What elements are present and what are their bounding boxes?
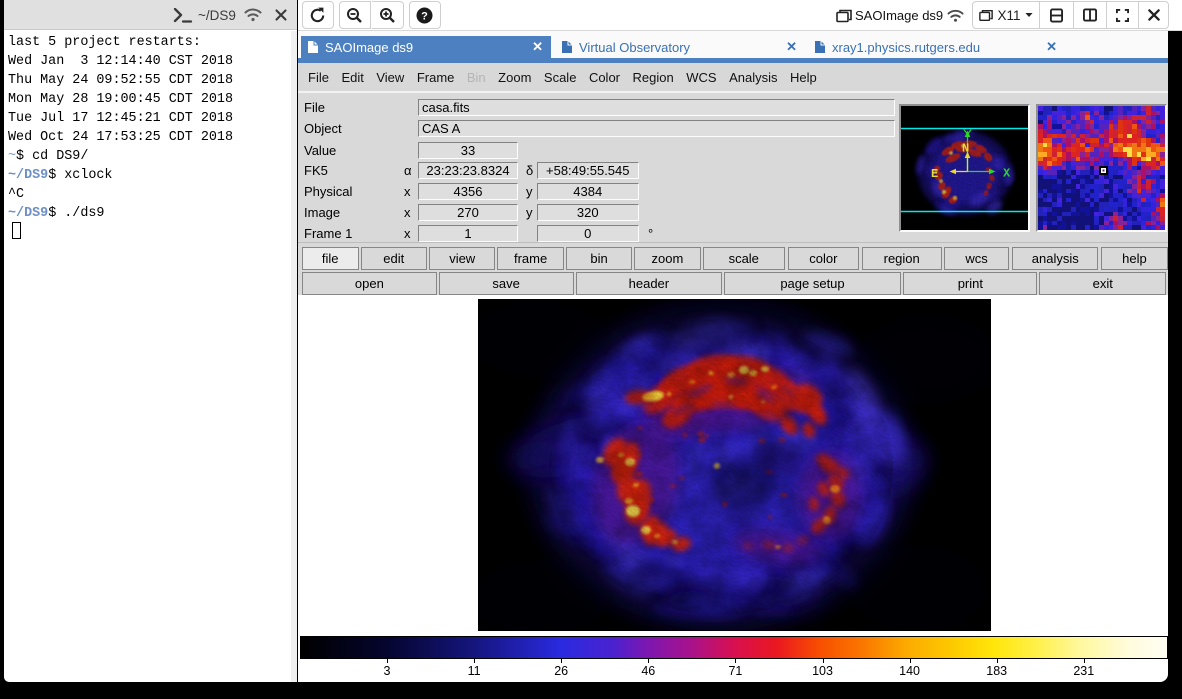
svg-text:?: ?	[421, 11, 428, 23]
svg-text:X: X	[1003, 167, 1011, 181]
svg-text:N: N	[962, 142, 969, 156]
svg-text:E: E	[931, 167, 938, 181]
